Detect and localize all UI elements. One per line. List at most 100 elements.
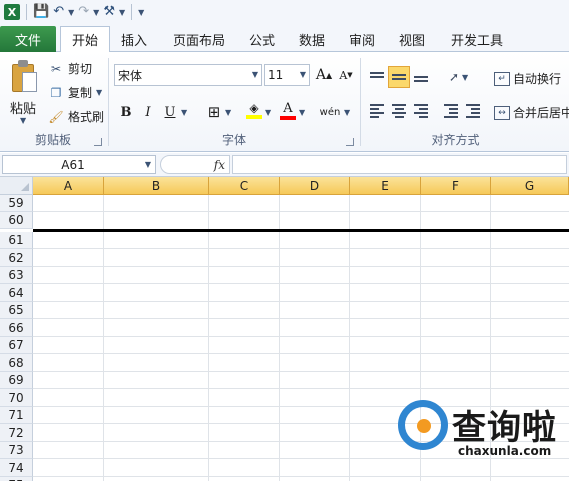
align-center-button[interactable] <box>388 100 410 122</box>
align-bottom-button[interactable] <box>410 66 432 88</box>
gridline <box>103 195 104 481</box>
name-box-dropdown-icon[interactable]: ▼ <box>145 160 151 169</box>
row-header[interactable]: 63 <box>0 267 33 284</box>
paste-button[interactable]: 粘贴 <box>10 98 36 117</box>
orientation-dropdown-icon[interactable]: ▼ <box>462 73 468 82</box>
formula-input[interactable] <box>232 155 567 174</box>
borders-dropdown-icon[interactable]: ▼ <box>225 108 231 117</box>
clipboard-dialog-launcher-icon[interactable] <box>94 138 102 146</box>
row-header[interactable]: 60 <box>0 212 33 229</box>
row-header[interactable]: 75 <box>0 477 33 481</box>
tools-icon[interactable]: ⚒ <box>103 4 115 20</box>
customize-icon[interactable]: ▼ <box>138 8 144 17</box>
tab-data[interactable]: 数据 <box>292 26 332 52</box>
column-header-a[interactable]: A <box>33 177 104 195</box>
row-header[interactable]: 73 <box>0 442 33 459</box>
increase-indent-button[interactable] <box>462 100 484 122</box>
wrap-text-button[interactable]: ↵ 自动换行 <box>494 70 561 87</box>
row-header[interactable]: 72 <box>0 424 33 442</box>
column-header-c[interactable]: C <box>209 177 280 195</box>
column-header-d[interactable]: D <box>280 177 350 195</box>
tab-formulas[interactable]: 公式 <box>242 26 282 52</box>
column-header-b[interactable]: B <box>104 177 209 195</box>
clipboard-group: 粘贴 ▼ ✂ 剪切 ❐ 复制 ▼ 🖌 格式刷 剪贴板 <box>0 56 106 150</box>
font-name-combo[interactable]: 宋体 ▼ <box>114 64 262 86</box>
clipboard-group-label: 剪贴板 <box>34 133 71 147</box>
save-icon[interactable]: 💾 <box>33 4 49 20</box>
tab-page-layout[interactable]: 页面布局 <box>166 26 232 52</box>
row-header[interactable]: 64 <box>0 284 33 302</box>
orientation-icon[interactable]: ➚ <box>444 67 464 87</box>
formula-controls: fx <box>160 155 230 174</box>
font-size-value: 11 <box>268 68 284 82</box>
merge-center-icon: ↔ <box>494 105 510 120</box>
gridline <box>33 301 569 302</box>
cut-button[interactable]: ✂ 剪切 <box>48 60 92 77</box>
select-all-button[interactable] <box>0 177 33 195</box>
font-color-dropdown-icon[interactable]: ▼ <box>299 108 305 117</box>
align-left-button[interactable] <box>366 100 388 122</box>
row-header[interactable]: 71 <box>0 407 33 424</box>
font-color-button[interactable]: A <box>278 100 298 120</box>
decrease-indent-button[interactable] <box>440 100 462 122</box>
tab-home[interactable]: 开始 <box>60 26 110 53</box>
row-header[interactable]: 59 <box>0 195 33 212</box>
column-header-f[interactable]: F <box>421 177 491 195</box>
column-header-g[interactable]: G <box>491 177 569 195</box>
italic-button[interactable]: I <box>138 102 158 122</box>
row-header[interactable]: 65 <box>0 302 33 319</box>
align-right-button[interactable] <box>410 100 432 122</box>
paste-dropdown-icon[interactable]: ▼ <box>20 116 26 125</box>
copy-dropdown-icon[interactable]: ▼ <box>96 88 102 97</box>
worksheet-grid[interactable]: A B C D E F G 59 60 61 62 63 64 65 66 67… <box>0 177 569 481</box>
font-dialog-launcher-icon[interactable] <box>346 138 354 146</box>
bold-button[interactable]: B <box>116 102 136 122</box>
copy-button[interactable]: ❐ 复制 ▼ <box>48 84 103 101</box>
font-size-dropdown-icon[interactable]: ▼ <box>300 70 306 79</box>
redo-icon[interactable]: ↷ <box>78 4 89 20</box>
tab-insert[interactable]: 插入 <box>114 26 154 52</box>
phonetic-guide-button[interactable]: wén <box>320 102 341 122</box>
row-header[interactable]: 61 <box>0 232 33 249</box>
grow-font-button[interactable]: A ▲ <box>314 65 334 85</box>
row-header[interactable]: 69 <box>0 372 33 389</box>
tab-file[interactable]: 文件 <box>0 26 56 52</box>
merge-center-label: 合并后居中 <box>513 106 569 120</box>
row-header[interactable]: 62 <box>0 249 33 267</box>
row-header[interactable]: 74 <box>0 459 33 477</box>
tab-view[interactable]: 视图 <box>392 26 432 52</box>
row-header[interactable]: 68 <box>0 354 33 372</box>
name-box[interactable]: A61 ▼ <box>2 155 156 174</box>
tools-dropdown-icon[interactable]: ▼ <box>119 8 125 17</box>
watermark: 查询啦 chaxunla.com <box>398 398 568 464</box>
font-group: 宋体 ▼ 11 ▼ A ▲ A ▼ B I U ▼ ⊞ ▼ ◈ ▼ A ▼ wén … <box>110 56 358 150</box>
watermark-url: chaxunla.com <box>458 444 552 458</box>
phonetic-dropdown-icon[interactable]: ▼ <box>344 108 350 117</box>
undo-icon[interactable]: ↶ <box>53 4 64 20</box>
formula-bar: A61 ▼ fx <box>0 153 569 177</box>
format-painter-button[interactable]: 🖌 格式刷 <box>48 108 104 125</box>
row-header[interactable]: 70 <box>0 389 33 407</box>
underline-button[interactable]: U <box>160 102 180 122</box>
underline-dropdown-icon[interactable]: ▼ <box>181 108 187 117</box>
merge-center-button[interactable]: ↔ 合并后居中 <box>494 104 569 121</box>
row-header[interactable]: 66 <box>0 319 33 337</box>
borders-icon[interactable]: ⊞ <box>204 102 224 122</box>
insert-function-icon[interactable]: fx <box>214 158 225 172</box>
align-top-button[interactable] <box>366 66 388 88</box>
redo-dropdown-icon[interactable]: ▼ <box>93 8 99 17</box>
paste-icon[interactable] <box>10 60 38 94</box>
shrink-font-button[interactable]: A ▼ <box>336 65 356 85</box>
align-middle-button[interactable] <box>388 66 410 88</box>
font-color-swatch <box>280 115 296 120</box>
undo-dropdown-icon[interactable]: ▼ <box>68 8 74 17</box>
wrap-text-label: 自动换行 <box>513 72 562 86</box>
fill-color-dropdown-icon[interactable]: ▼ <box>265 108 271 117</box>
fill-color-button[interactable]: ◈ <box>244 100 264 120</box>
tab-review[interactable]: 审阅 <box>342 26 382 52</box>
font-size-combo[interactable]: 11 ▼ <box>264 64 310 86</box>
tab-developer[interactable]: 开发工具 <box>444 26 510 52</box>
column-header-e[interactable]: E <box>350 177 421 195</box>
font-name-dropdown-icon[interactable]: ▼ <box>252 70 258 79</box>
row-header[interactable]: 67 <box>0 337 33 354</box>
